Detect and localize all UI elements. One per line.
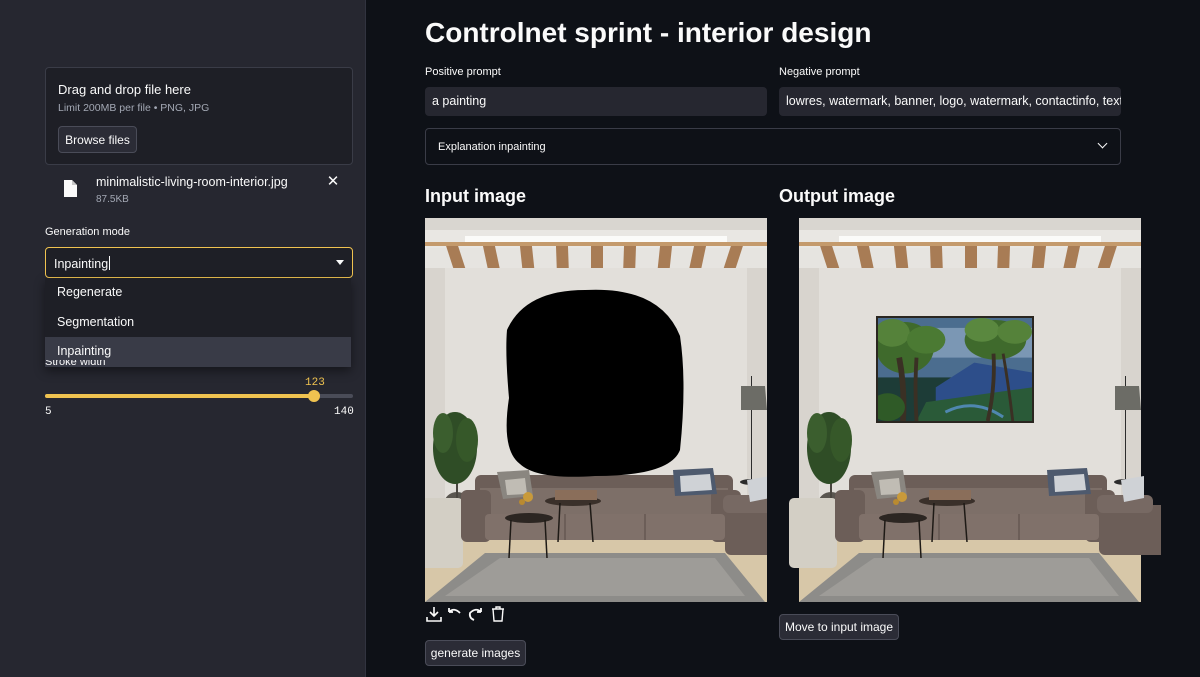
generation-mode-dropdown: Regenerate Segmentation Inpainting (45, 278, 351, 368)
close-icon[interactable]: ✕ (325, 174, 341, 190)
download-icon[interactable] (425, 605, 443, 623)
output-image-title: Output image (779, 186, 895, 206)
option-segmentation[interactable]: Segmentation (45, 308, 351, 338)
stroke-width-slider[interactable] (45, 390, 353, 402)
text-caret (109, 256, 111, 270)
negative-prompt-input[interactable]: lowres, watermark, banner, logo, waterma… (779, 87, 1121, 116)
negative-prompt-label: Negative prompt (779, 66, 860, 78)
generation-mode-select[interactable]: Inpainting (45, 247, 353, 278)
uploaded-file-row: minimalistic-living-room-interior.jpg 87… (45, 170, 353, 210)
slider-min: 5 (45, 406, 52, 418)
slider-thumb[interactable] (308, 390, 321, 402)
input-image-title: Input image (425, 186, 527, 206)
dropzone-limit-text: Limit 200MB per file • PNG, JPG (58, 102, 210, 114)
uploaded-file-size: 87.5KB (96, 194, 129, 205)
undo-icon[interactable] (445, 605, 463, 623)
generation-mode-value: Inpainting (54, 256, 111, 271)
move-to-input-button[interactable]: Move to input image (779, 614, 899, 640)
generate-images-button[interactable]: generate images (425, 640, 526, 666)
positive-prompt-input[interactable]: a painting (425, 87, 767, 116)
trash-icon[interactable] (489, 605, 507, 623)
slider-max: 140 (334, 406, 354, 418)
explanation-expander[interactable]: Explanation inpainting (425, 128, 1121, 165)
positive-prompt-label: Positive prompt (425, 66, 501, 78)
chevron-down-icon (336, 260, 344, 265)
expander-label: Explanation inpainting (438, 141, 546, 153)
sidebar: Drag and drop file here Limit 200MB per … (0, 0, 366, 677)
slider-fill (45, 394, 315, 398)
browse-files-button[interactable]: Browse files (58, 126, 137, 153)
stroke-width-value: 123 (305, 377, 325, 389)
input-drawing-canvas[interactable] (425, 218, 767, 602)
dropzone-title: Drag and drop file here (58, 82, 191, 97)
output-image (779, 218, 1161, 602)
stroke-width-label: Stroke width (45, 360, 106, 368)
file-icon (63, 179, 78, 198)
redo-icon[interactable] (467, 605, 485, 623)
uploaded-file-name: minimalistic-living-room-interior.jpg (96, 175, 288, 189)
chevron-down-icon (1097, 138, 1108, 149)
page-title: Controlnet sprint - interior design (425, 17, 872, 48)
generation-mode-label: Generation mode (45, 226, 130, 238)
file-dropzone[interactable]: Drag and drop file here Limit 200MB per … (45, 67, 353, 165)
option-regenerate[interactable]: Regenerate (45, 278, 351, 308)
